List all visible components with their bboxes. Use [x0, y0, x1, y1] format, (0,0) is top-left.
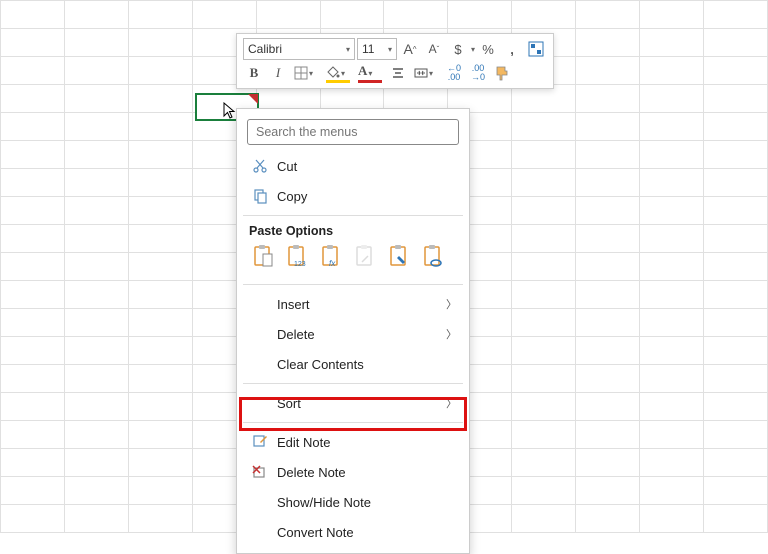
- menu-label: Delete Note: [277, 465, 457, 480]
- font-color-button[interactable]: A ▾: [355, 62, 385, 84]
- merge-center-button[interactable]: ▾: [411, 62, 441, 84]
- menu-divider: [243, 422, 463, 423]
- chevron-down-icon: ▾: [346, 45, 350, 54]
- increase-decimal-button[interactable]: ←0.00: [443, 62, 465, 84]
- center-align-button[interactable]: [387, 62, 409, 84]
- paste-options-row: 123 fx: [237, 240, 469, 280]
- insert-menu-item[interactable]: Insert 〉: [237, 289, 469, 319]
- scissors-icon: [249, 158, 271, 174]
- font-name-value: Calibri: [248, 42, 282, 56]
- paste-options-header: Paste Options: [237, 220, 469, 240]
- svg-text:fx: fx: [329, 259, 336, 268]
- edit-note-menu-item[interactable]: Edit Note: [237, 427, 469, 457]
- chevron-down-icon: ▾: [388, 45, 392, 54]
- copy-menu-item[interactable]: Copy: [237, 181, 469, 211]
- chevron-down-icon: ▾: [429, 69, 433, 78]
- chevron-down-icon: ▾: [309, 69, 313, 78]
- paste-formulas-button[interactable]: fx: [317, 242, 345, 272]
- mini-toolbar: Calibri ▾ 11 ▾ A^ Aˇ $ ▾ % , B I ▾ ▾ A ▾: [236, 33, 554, 89]
- paste-button[interactable]: [249, 242, 277, 272]
- menu-label: Convert Note: [277, 525, 457, 540]
- context-menu: Cut Copy Paste Options 123 fx Insert 〉: [236, 108, 470, 554]
- paste-formatting-button[interactable]: [385, 242, 413, 272]
- delete-note-icon: [249, 464, 271, 480]
- font-size-select[interactable]: 11 ▾: [357, 38, 397, 60]
- copy-icon: [249, 188, 271, 204]
- menu-label: Insert: [277, 297, 446, 312]
- conditional-format-button[interactable]: [525, 38, 547, 60]
- decrease-decimal-button[interactable]: .00→0: [467, 62, 489, 84]
- font-color-strip: [358, 80, 382, 83]
- chevron-right-icon: 〉: [446, 296, 457, 312]
- borders-button[interactable]: ▾: [291, 62, 321, 84]
- increase-font-button[interactable]: A^: [399, 38, 421, 60]
- search-input[interactable]: [247, 119, 459, 145]
- fill-color-button[interactable]: ▾: [323, 62, 353, 84]
- font-size-value: 11: [362, 42, 374, 56]
- menu-divider: [243, 284, 463, 285]
- note-indicator-icon: [248, 94, 258, 104]
- convert-note-menu-item[interactable]: Convert Note: [237, 517, 469, 547]
- format-painter-button[interactable]: [491, 62, 513, 84]
- percent-format-button[interactable]: %: [477, 38, 499, 60]
- paste-link-button[interactable]: [419, 242, 447, 272]
- chevron-down-icon: ▾: [368, 69, 372, 78]
- accounting-format-button[interactable]: $: [447, 38, 469, 60]
- menu-label: Cut: [277, 159, 457, 174]
- edit-note-icon: [249, 434, 271, 450]
- bold-button[interactable]: B: [243, 62, 265, 84]
- paste-values-button[interactable]: 123: [283, 242, 311, 272]
- font-name-select[interactable]: Calibri ▾: [243, 38, 355, 60]
- menu-label: Show/Hide Note: [277, 495, 457, 510]
- chevron-right-icon: 〉: [446, 395, 457, 411]
- clear-contents-menu-item[interactable]: Clear Contents: [237, 349, 469, 379]
- comma-format-button[interactable]: ,: [501, 38, 523, 60]
- delete-note-menu-item[interactable]: Delete Note: [237, 457, 469, 487]
- italic-button[interactable]: I: [267, 62, 289, 84]
- menu-label: Delete: [277, 327, 446, 342]
- cut-menu-item[interactable]: Cut: [237, 151, 469, 181]
- show-hide-note-menu-item[interactable]: Show/Hide Note: [237, 487, 469, 517]
- chevron-right-icon: 〉: [446, 326, 457, 342]
- paste-transpose-button[interactable]: [351, 242, 379, 272]
- menu-label: Edit Note: [277, 435, 457, 450]
- sort-menu-item[interactable]: Sort 〉: [237, 388, 469, 418]
- menu-divider: [243, 383, 463, 384]
- menu-label: Clear Contents: [277, 357, 457, 372]
- menu-label: Sort: [277, 396, 446, 411]
- menu-label: Copy: [277, 189, 457, 204]
- delete-menu-item[interactable]: Delete 〉: [237, 319, 469, 349]
- decrease-font-button[interactable]: Aˇ: [423, 38, 445, 60]
- menu-search: [247, 119, 459, 145]
- chevron-down-icon: ▾: [341, 69, 345, 78]
- chevron-down-icon[interactable]: ▾: [471, 45, 475, 54]
- svg-text:123: 123: [294, 261, 306, 268]
- fill-color-strip: [326, 80, 350, 83]
- menu-divider: [243, 215, 463, 216]
